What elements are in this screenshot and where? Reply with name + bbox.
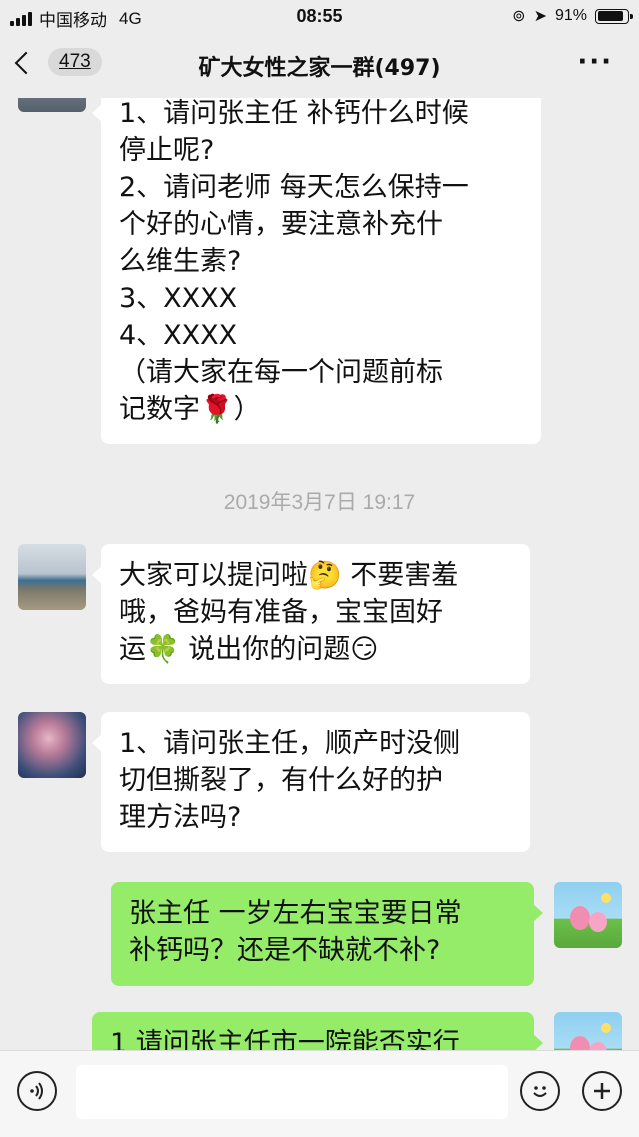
orientation-lock-icon: ⊚: [512, 8, 526, 25]
avatar[interactable]: [554, 882, 622, 948]
message-line: 个好的心情，要注意补充什: [119, 209, 443, 240]
message-line: 1 请问张主任市一院能否实行: [110, 1028, 460, 1050]
message-list[interactable]: 1、请问张主任 补钙什么时候 停止呢? 2、请问老师 每天怎么保持一 个好的心情…: [0, 98, 639, 1050]
message-line: 么维生素?: [119, 246, 242, 277]
message-line: 运🍀 说出你的问题😏: [119, 634, 379, 665]
message-bubble[interactable]: 张主任 一岁左右宝宝要日常 补钙吗？还是不缺就不补?: [111, 882, 543, 986]
message-line: 大家可以提问啦🤔 不要害羞: [119, 560, 459, 591]
status-bar: 中国移动 4G 08:55 ⊚ ➤ 91%: [0, 0, 639, 34]
message-input[interactable]: [76, 1065, 508, 1119]
message-line: 4、XXXX: [119, 320, 238, 351]
battery-percent: 91%: [554, 7, 587, 24]
message-line: 切但撕裂了，有什么好的护: [119, 765, 443, 796]
message-bubble[interactable]: 大家可以提问啦🤔 不要害羞 哦，爸妈有准备，宝宝固好 运🍀 说出你的问题😏: [92, 544, 530, 684]
avatar[interactable]: [18, 544, 86, 610]
message-line: 停止呢?: [119, 135, 215, 166]
message-bubble[interactable]: 1、请问张主任 补钙什么时候 停止呢? 2、请问老师 每天怎么保持一 个好的心情…: [92, 98, 541, 444]
battery-icon: [595, 8, 633, 24]
input-bar: [0, 1050, 639, 1137]
message-line: （请大家在每一个问题前标: [119, 357, 443, 388]
chat-title: 矿大女性之家一群(497): [198, 56, 441, 81]
message-timestamp: 2019年3月7日 19:17: [223, 491, 416, 514]
message-line: 理方法吗?: [119, 802, 242, 833]
message-bubble[interactable]: 1、请问张主任，顺产时没侧 切但撕裂了，有什么好的护 理方法吗?: [92, 712, 530, 852]
message-line: 张主任 一岁左右宝宝要日常: [129, 898, 462, 929]
avatar[interactable]: [18, 712, 86, 778]
more-dots-icon[interactable]: ···: [577, 49, 613, 75]
chat-header: 473 矿大女性之家一群(497) ···: [0, 34, 639, 98]
plus-icon[interactable]: [582, 1071, 622, 1111]
voice-icon[interactable]: [17, 1071, 57, 1111]
location-icon: ➤: [533, 8, 547, 25]
message-bubble[interactable]: 1 请问张主任市一院能否实行: [92, 1012, 543, 1050]
message-line: 补钙吗？还是不缺就不补?: [129, 935, 441, 966]
message-line: 哦，爸妈有准备，宝宝固好: [119, 597, 443, 628]
message-line: 3、XXXX: [119, 283, 238, 314]
avatar[interactable]: [554, 1012, 622, 1050]
emoji-icon[interactable]: [520, 1071, 560, 1111]
message-line: 1、请问张主任，顺产时没侧: [119, 728, 461, 759]
avatar[interactable]: [18, 98, 86, 112]
battery-level: [597, 11, 623, 21]
message-line: 2、请问老师 每天怎么保持一: [119, 172, 469, 203]
message-line: 记数字🌹）: [119, 394, 261, 425]
message-line: 1、请问张主任 补钙什么时候: [119, 98, 469, 129]
